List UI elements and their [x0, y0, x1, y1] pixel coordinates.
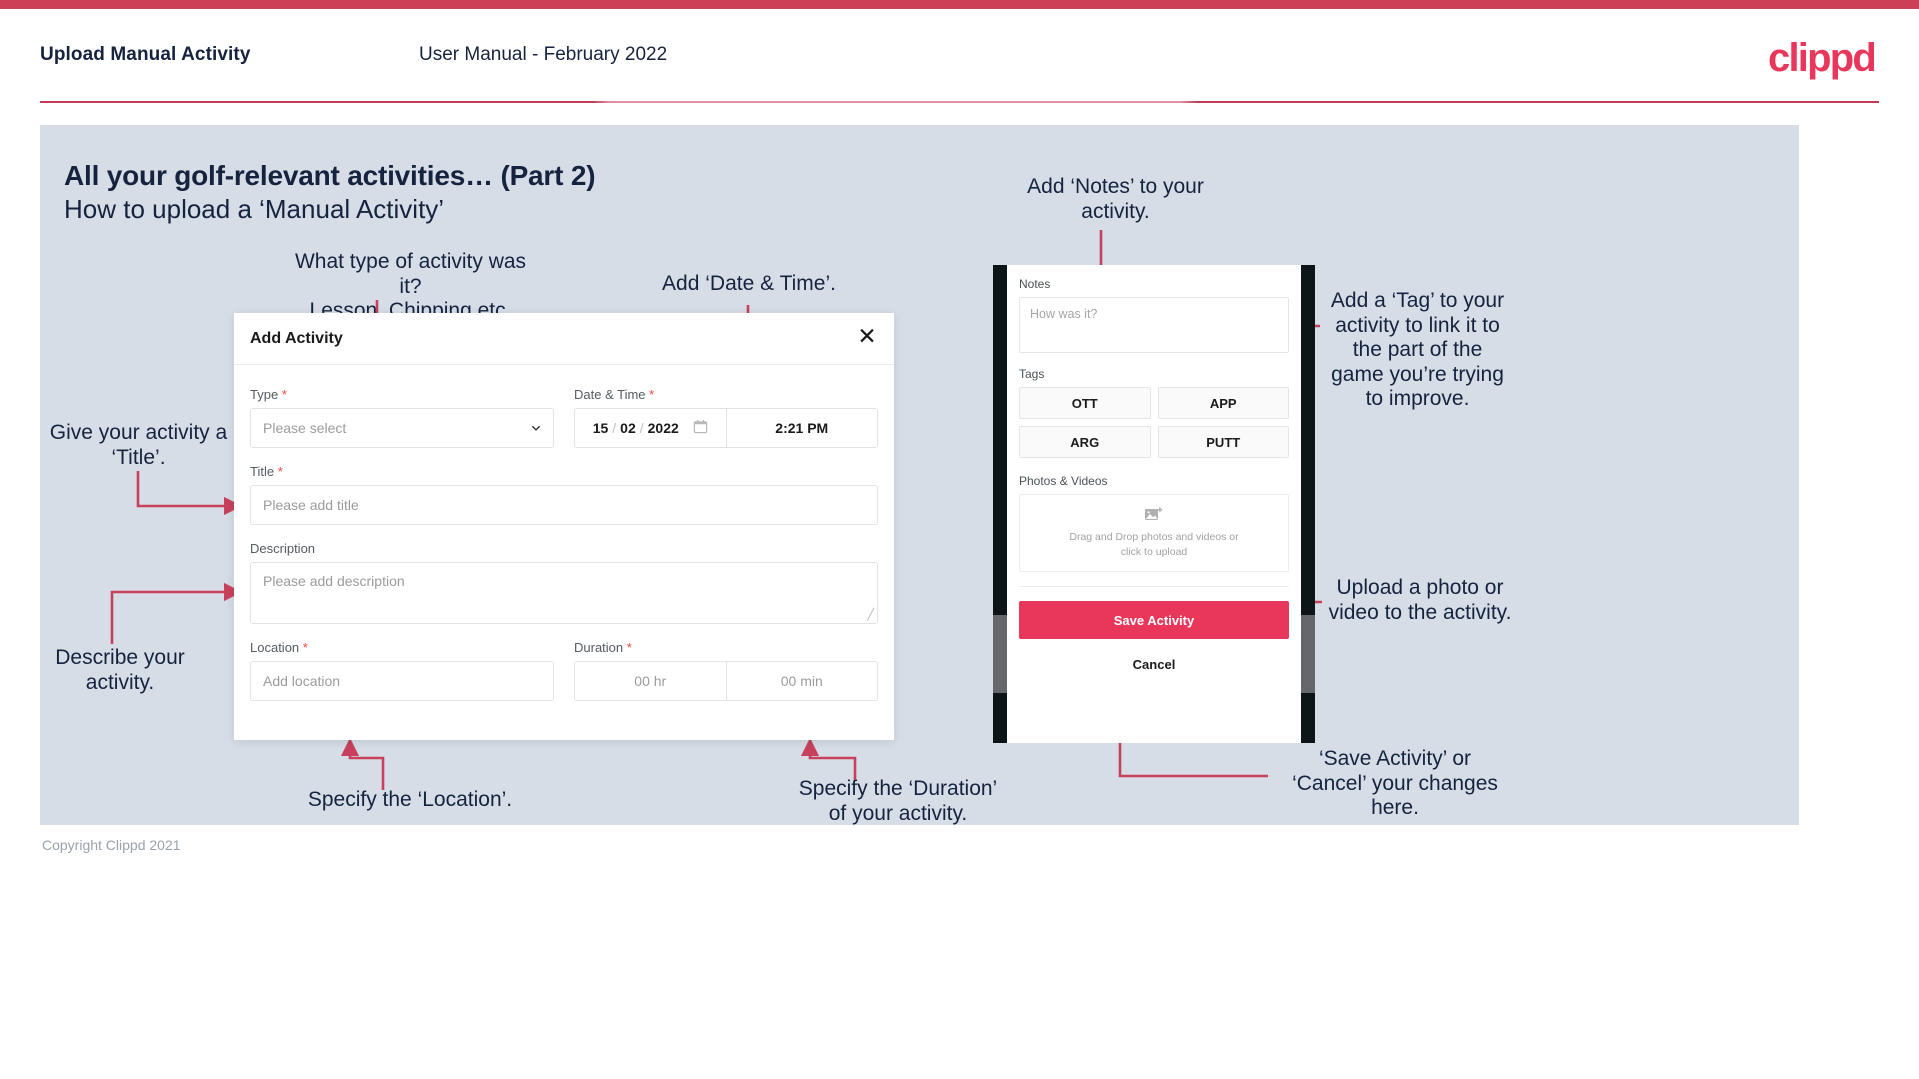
phone-dropzone[interactable]: Drag and Drop photos and videos or click… [1019, 494, 1289, 572]
required-marker: * [281, 387, 287, 402]
row-location-duration: Location * Add location Duration * 00 hr [250, 640, 878, 701]
phone-notes-label: Notes [1019, 277, 1051, 291]
type-select-placeholder: Please select [263, 420, 347, 436]
required-marker: * [649, 387, 655, 402]
date-day: 15 [592, 420, 609, 436]
dialog-title: Add Activity [250, 330, 343, 347]
add-activity-dialog: Add Activity ✕ Type * Please select Date… [234, 313, 894, 740]
tag-button-app[interactable]: APP [1157, 387, 1289, 419]
annotation-notes: Add ‘Notes’ to your activity. [1027, 175, 1204, 223]
phone-bezel-right-accent [1301, 615, 1315, 693]
time-input[interactable]: 2:21 PM [727, 409, 878, 447]
field-duration: Duration * 00 hr 00 min [574, 640, 878, 701]
type-select[interactable]: Please select [250, 408, 554, 448]
chevron-down-icon [532, 425, 540, 431]
close-icon[interactable]: ✕ [854, 323, 880, 349]
calendar-icon[interactable] [693, 419, 708, 437]
location-input[interactable]: Add location [250, 661, 554, 701]
duration-minutes-input[interactable]: 00 min [727, 662, 878, 700]
phone-photos-label: Photos & Videos [1019, 474, 1108, 488]
title-input[interactable]: Please add title [250, 485, 878, 525]
tag-button-putt[interactable]: PUTT [1157, 426, 1289, 458]
date-time-group: 15 / 02 / 2022 2:21 PM [574, 408, 878, 448]
required-marker: * [302, 640, 308, 655]
phone-notes-input[interactable]: How was it? [1019, 297, 1289, 353]
page-title: Upload Manual Activity [40, 44, 251, 65]
phone-tags-label: Tags [1019, 367, 1045, 381]
label-type-text: Type [250, 387, 279, 402]
annotation-date-time: Add ‘Date & Time’. [662, 272, 836, 295]
tag-button-ott[interactable]: OTT [1019, 387, 1151, 419]
date-month: 02 [620, 420, 636, 436]
phone-dropzone-text: Drag and Drop photos and videos or click… [1069, 530, 1239, 558]
title-input-placeholder: Please add title [263, 497, 359, 513]
annotation-description: Describe your activity. [55, 646, 185, 694]
date-year: 2022 [647, 420, 679, 436]
location-placeholder: Add location [263, 673, 341, 689]
add-image-icon [1145, 506, 1163, 520]
phone-divider [1019, 586, 1289, 587]
slide-title: All your golf-relevant activities… (Part… [64, 160, 596, 191]
label-description: Description [250, 541, 316, 556]
tag-button-arg[interactable]: ARG [1019, 426, 1151, 458]
dialog-body: Type * Please select Date & Time * 15 / … [234, 365, 894, 701]
save-activity-button[interactable]: Save Activity [1019, 601, 1289, 639]
label-location: Location * [250, 640, 554, 655]
annotation-location: Specify the ‘Location’. [307, 788, 513, 811]
label-duration-text: Duration [574, 640, 624, 655]
clippd-logo: clippd [1768, 36, 1877, 80]
phone-tags-grid: OTT APP ARG PUTT [1019, 387, 1289, 458]
phone-notes-placeholder: How was it? [1030, 307, 1098, 321]
date-sep-2: / [639, 420, 644, 436]
required-marker: * [626, 640, 632, 655]
label-title-text: Title [250, 464, 275, 479]
label-location-text: Location [250, 640, 300, 655]
slide-subtitle: How to upload a ‘Manual Activity’ [64, 194, 445, 224]
description-textarea[interactable]: Please add description ╱ [250, 562, 878, 624]
duration-minutes-placeholder: 00 min [780, 673, 823, 689]
header-divider [40, 101, 1879, 103]
field-location: Location * Add location [250, 640, 554, 701]
duration-group: 00 hr 00 min [574, 661, 878, 701]
annotation-tags: Add a ‘Tag’ to your activity to link it … [1330, 289, 1505, 411]
cancel-button[interactable]: Cancel [1019, 657, 1289, 672]
field-description: Description Please add description ╱ [250, 541, 878, 624]
duration-hours-placeholder: 00 hr [634, 673, 667, 689]
annotation-save-cancel: ‘Save Activity’ or ‘Cancel’ your changes… [1292, 747, 1498, 820]
copyright-text: Copyright Clippd 2021 [42, 837, 181, 853]
slide-page: Upload Manual Activity User Manual - Feb… [0, 0, 1919, 1079]
annotation-upload: Upload a photo or video to the activity. [1328, 576, 1512, 624]
duration-hours-input[interactable]: 00 hr [575, 662, 727, 700]
label-date-time-text: Date & Time [574, 387, 646, 402]
document-subtitle: User Manual - February 2022 [419, 44, 668, 65]
label-date-time: Date & Time * [574, 387, 878, 402]
required-marker: * [277, 464, 283, 479]
date-input[interactable]: 15 / 02 / 2022 [575, 409, 727, 447]
label-duration: Duration * [574, 640, 878, 655]
annotation-duration: Specify the ‘Duration’ of your activity. [798, 777, 998, 825]
top-accent-strip [0, 0, 1919, 9]
phone-mockup: Notes How was it? Tags OTT APP ARG PUTT … [993, 265, 1315, 743]
field-type: Type * Please select [250, 387, 554, 448]
row-type-datetime: Type * Please select Date & Time * 15 / … [250, 387, 878, 448]
dialog-header: Add Activity ✕ [234, 313, 894, 365]
field-title: Title * Please add title [250, 464, 878, 525]
phone-screen: Notes How was it? Tags OTT APP ARG PUTT … [1007, 265, 1301, 743]
annotation-title: Give your activity a ‘Title’. [49, 421, 228, 469]
label-title: Title * [250, 464, 878, 479]
field-date-time: Date & Time * 15 / 02 / 2022 2:21 PM [574, 387, 878, 448]
phone-bezel-left-accent [993, 615, 1007, 693]
description-placeholder: Please add description [263, 573, 405, 589]
time-value: 2:21 PM [775, 420, 829, 436]
resize-handle-icon[interactable]: ╱ [867, 610, 874, 621]
label-type: Type * [250, 387, 554, 402]
date-sep-1: / [612, 420, 617, 436]
